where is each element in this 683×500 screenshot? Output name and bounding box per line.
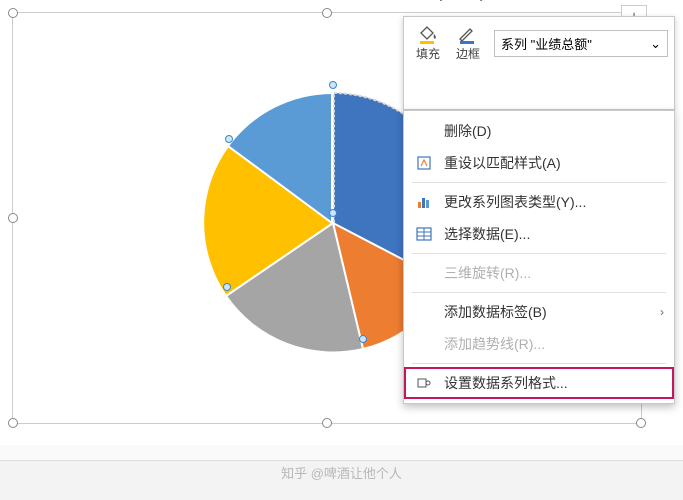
blank-icon bbox=[414, 335, 434, 353]
context-menu: 删除(D) 重设以匹配样式(A) 更改系列图表类型(Y)... 选择数据(E).… bbox=[403, 110, 675, 404]
resize-handle-tl[interactable] bbox=[8, 8, 18, 18]
pen-icon bbox=[456, 25, 480, 45]
menu-separator bbox=[412, 253, 666, 254]
reset-icon bbox=[414, 154, 434, 172]
outline-button[interactable]: 边框 ⌄ bbox=[450, 23, 486, 64]
menu-format-series[interactable]: 设置数据系列格式... bbox=[404, 367, 674, 399]
chevron-right-icon: › bbox=[660, 305, 664, 319]
fill-button[interactable]: 填充 ⌄ bbox=[410, 23, 446, 64]
fill-label: 填充 bbox=[416, 45, 440, 62]
doc-shade bbox=[0, 460, 683, 500]
series-handle[interactable] bbox=[225, 135, 233, 143]
selector-text: 系列 "业绩总额" bbox=[501, 34, 592, 53]
blank-icon bbox=[414, 264, 434, 282]
format-icon bbox=[414, 374, 434, 392]
menu-add-trendline: 添加趋势线(R)... bbox=[404, 328, 674, 360]
series-handle[interactable] bbox=[223, 283, 231, 291]
series-handle[interactable] bbox=[359, 335, 367, 343]
menu-delete[interactable]: 删除(D) bbox=[404, 115, 674, 147]
table-icon bbox=[414, 225, 434, 243]
menu-3d-rotation: 三维旋转(R)... bbox=[404, 257, 674, 289]
resize-handle-br[interactable] bbox=[636, 418, 646, 428]
doc-shade2 bbox=[0, 445, 683, 460]
resize-handle-t[interactable] bbox=[322, 8, 332, 18]
blank-icon bbox=[414, 303, 434, 321]
mini-toolbar: 填充 ⌄ 边框 ⌄ 系列 "业绩总额" ⌄ bbox=[403, 16, 675, 110]
chevron-down-icon: ⌄ bbox=[650, 36, 661, 52]
menu-separator bbox=[412, 292, 666, 293]
series-handle[interactable] bbox=[329, 81, 337, 89]
menu-reset-style[interactable]: 重设以匹配样式(A) bbox=[404, 147, 674, 179]
outline-label: 边框 bbox=[456, 45, 480, 62]
blank-icon bbox=[414, 122, 434, 140]
menu-change-chart-type[interactable]: 更改系列图表类型(Y)... bbox=[404, 186, 674, 218]
menu-separator bbox=[412, 182, 666, 183]
paint-bucket-icon bbox=[416, 25, 440, 45]
menu-separator bbox=[412, 363, 666, 364]
resize-handle-b[interactable] bbox=[322, 418, 332, 428]
menu-select-data[interactable]: 选择数据(E)... bbox=[404, 218, 674, 250]
menu-add-data-labels[interactable]: 添加数据标签(B) › bbox=[404, 296, 674, 328]
chart-type-icon bbox=[414, 193, 434, 211]
series-handle[interactable] bbox=[329, 209, 337, 217]
resize-handle-l[interactable] bbox=[8, 213, 18, 223]
series-selector[interactable]: 系列 "业绩总额" ⌄ bbox=[494, 30, 668, 57]
resize-handle-bl[interactable] bbox=[8, 418, 18, 428]
